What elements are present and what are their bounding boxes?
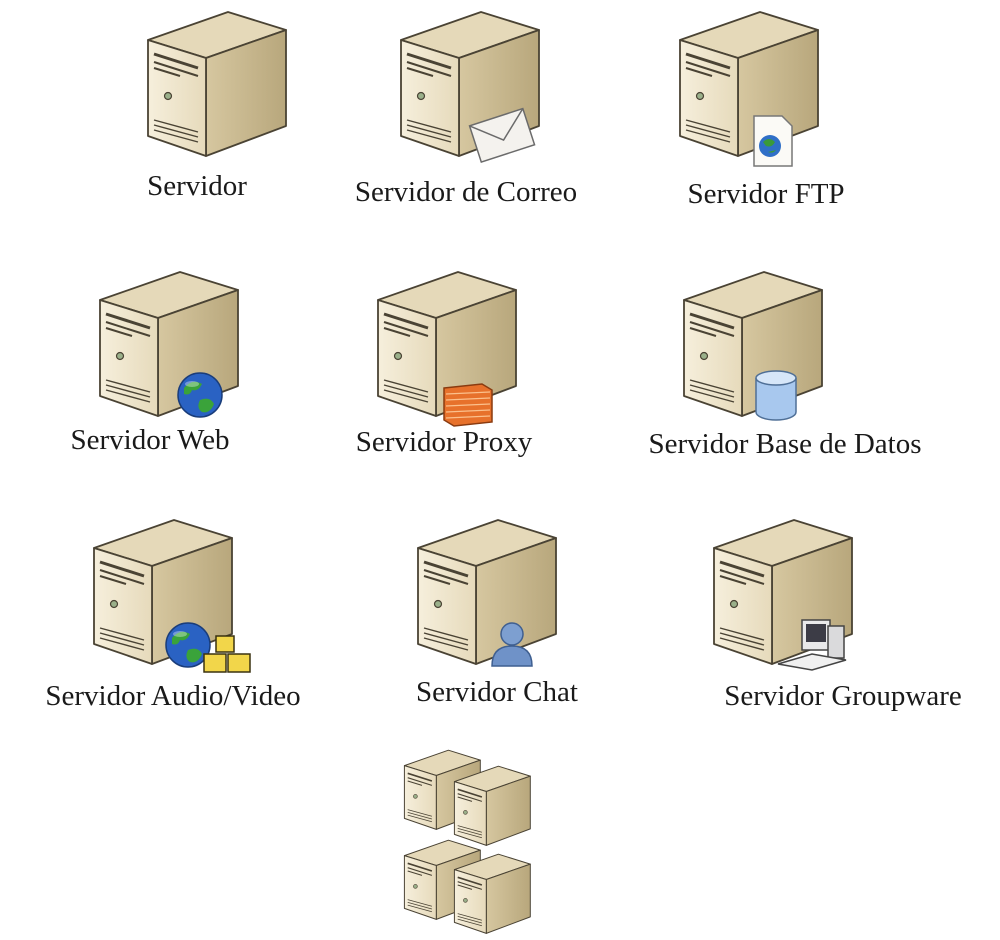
- server-label: Servidor FTP: [687, 178, 845, 210]
- firewall-icon: [443, 383, 493, 427]
- media-blocks-icon: [203, 635, 251, 673]
- server-label: Servidor Proxy: [355, 426, 533, 458]
- workstation-icon: [777, 619, 847, 671]
- server-cluster-icon: [403, 749, 532, 935]
- globe-icon: [177, 372, 223, 418]
- server-label: Servidor Chat: [416, 676, 578, 708]
- user-icon: [491, 622, 533, 667]
- server-label: Servidor Web: [70, 424, 230, 456]
- server-label: Servidor de Correo: [354, 176, 578, 208]
- server-tower-icon: [678, 10, 820, 158]
- server-label: Servidor: [147, 170, 247, 202]
- server-label: Servidor Audio/Video: [45, 680, 301, 712]
- server-label: Servidor Base de Datos: [648, 428, 922, 460]
- server-label: Servidor Groupware: [724, 680, 962, 712]
- globe-document-icon: [753, 115, 793, 167]
- envelope-icon: [468, 107, 536, 163]
- server-tower-icon: [146, 10, 288, 158]
- database-icon: [755, 370, 797, 421]
